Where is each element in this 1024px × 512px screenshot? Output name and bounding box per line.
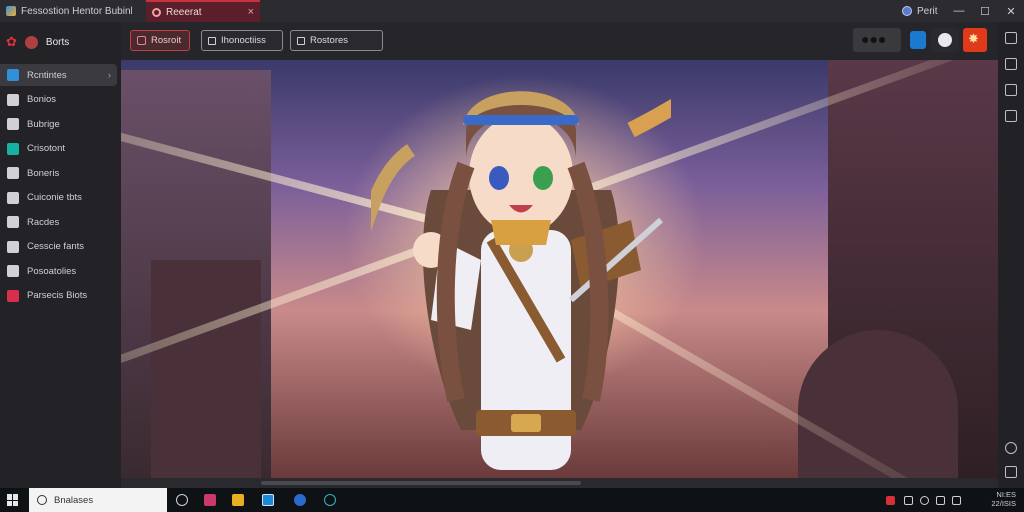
sidebar-item-9[interactable]: Parsecis Biots — [0, 285, 117, 307]
tab-active[interactable]: Reeerat × — [146, 0, 260, 22]
cube-icon — [7, 240, 19, 253]
app-logo-icon — [6, 6, 16, 16]
restore-button-label: Rostores — [310, 35, 349, 46]
undo-icon[interactable] — [1005, 442, 1017, 454]
sidebar-item-2[interactable]: Bubrige — [0, 113, 117, 135]
layers-icon — [7, 142, 19, 155]
tab-active-label: Reeerat — [166, 6, 202, 18]
task-view-icon[interactable] — [176, 494, 188, 506]
layout-icon[interactable] — [1005, 84, 1017, 96]
instructions-button-label: Ihonoctiiss — [221, 35, 266, 46]
sidebar-item-label: Rcntintes — [27, 69, 67, 81]
sidebar-item-label: Boneris — [27, 167, 60, 179]
globe-icon — [7, 69, 19, 81]
artwork-canvas[interactable] — [121, 60, 998, 478]
restore-button[interactable]: Rostores — [290, 30, 383, 51]
taskbar-clock[interactable]: NI:ES 22/ISIS — [991, 490, 1016, 508]
app-menu[interactable]: Perit — [902, 0, 938, 22]
tray-volume-icon[interactable] — [920, 496, 929, 505]
panel-toggle-icon[interactable] — [1005, 32, 1017, 44]
store-icon[interactable] — [262, 494, 274, 506]
split-icon[interactable] — [1005, 110, 1017, 122]
sidebar-brand[interactable]: ✿ Borts — [6, 34, 69, 50]
people-icon: ●●● — [861, 31, 887, 47]
shadow-tool-thumbnail[interactable] — [931, 28, 959, 52]
title-bar: Fessostion Hentor Bubinhurs Reeerat × Pe… — [0, 0, 1024, 22]
record-icon — [137, 36, 146, 45]
doc-icon — [208, 36, 216, 45]
sidebar-item-label: Crisotont — [27, 143, 66, 154]
close-button[interactable]: ✕ — [998, 0, 1024, 22]
clock-time: NI:ES — [996, 490, 1016, 499]
sidebar-item-6[interactable]: Racdes — [0, 211, 117, 233]
app-globe-icon — [902, 6, 912, 16]
record-button-label: Rosroit — [151, 35, 182, 46]
palette-icon: ✿ — [6, 34, 17, 49]
sidebar-item-1[interactable]: Bonios — [0, 89, 117, 111]
sidebar-item-4[interactable]: Boneris — [0, 162, 117, 184]
chevron-right-icon: › — [107, 69, 111, 81]
chrome-icon[interactable] — [324, 494, 336, 506]
brush-logo-icon — [24, 35, 38, 49]
search-placeholder: Bnalases — [54, 494, 94, 506]
shadow-icon — [938, 33, 952, 47]
window-icon[interactable] — [1005, 58, 1017, 70]
right-rail — [998, 22, 1024, 488]
sliders-icon — [7, 265, 19, 277]
sidebar-item-label: Cuiconie tbts — [27, 192, 82, 203]
left-building — [151, 260, 261, 478]
sidebar: ✿ Borts Rcntintes › Bonios Bubrige Crisotont… — [0, 22, 121, 488]
sidebar-item-8[interactable]: Posoatolies — [0, 260, 117, 282]
sidebar-item-7[interactable]: Cesscie fants — [0, 236, 117, 258]
maximize-button[interactable]: ☐ — [972, 0, 998, 22]
fullscreen-icon[interactable] — [1005, 466, 1017, 478]
instructions-button[interactable]: Ihonoctiiss — [201, 30, 283, 51]
taskbar: Bnalases NI:ES 22/ISIS — [0, 488, 1024, 512]
toolbar: Rosroit Ihonoctiiss Rostores ●●● ✸ — [121, 22, 998, 60]
sidebar-item-label: Bubrige — [27, 118, 60, 130]
sidebar-brand-label: Borts — [45, 36, 70, 48]
sidebar-item-label: Posoatolies — [27, 265, 77, 277]
right-arch — [798, 330, 958, 478]
burst-tool-thumbnail[interactable]: ✸ — [963, 28, 987, 52]
tab-main[interactable]: Fessostion Hentor Bubinhurs — [0, 0, 138, 22]
app-label: Perit — [917, 5, 938, 17]
tab-main-label: Fessostion Hentor Bubinhurs — [21, 5, 132, 17]
tray-battery-icon[interactable] — [936, 496, 945, 505]
search-icon — [37, 495, 47, 505]
minimize-button[interactable]: — — [946, 0, 972, 22]
circle-tool-icon — [7, 118, 19, 130]
taskbar-search[interactable]: Bnalases — [29, 488, 167, 512]
sidebar-item-label: Parsecis Biots — [27, 290, 88, 301]
swirl-icon — [7, 289, 19, 302]
square-icon — [7, 216, 19, 228]
scrollbar-thumb[interactable] — [261, 481, 581, 485]
tab-close-icon[interactable]: × — [248, 6, 254, 18]
tab-record-icon — [152, 7, 161, 17]
sidebar-item-5[interactable]: Cuiconie tbts — [0, 187, 117, 209]
sidebar-item-label: Cesscie fants — [27, 241, 85, 252]
restore-icon — [297, 36, 305, 45]
edge-icon[interactable] — [294, 494, 306, 506]
character-illustration — [371, 91, 671, 470]
tray-alert-icon[interactable] — [886, 496, 895, 505]
app-pink-icon[interactable] — [204, 494, 216, 506]
burst-icon: ✸ — [968, 31, 979, 46]
record-button[interactable]: Rosroit — [130, 30, 190, 51]
tray-network-icon[interactable] — [904, 496, 913, 505]
start-windows-icon[interactable] — [7, 494, 19, 506]
frame-icon — [7, 191, 19, 204]
clock-date: 22/ISIS — [991, 499, 1016, 508]
sidebar-item-0[interactable]: Rcntintes › — [0, 64, 117, 86]
blue-tool-thumbnail[interactable] — [910, 31, 926, 49]
tray-language-icon[interactable] — [952, 496, 961, 505]
folder-icon[interactable] — [232, 494, 244, 506]
avatar-group-thumbnail[interactable]: ●●● — [853, 28, 901, 52]
panel-icon — [7, 167, 19, 179]
sidebar-item-label: Bonios — [27, 94, 57, 105]
horizontal-scrollbar[interactable] — [121, 478, 998, 488]
brush-icon — [7, 93, 19, 106]
sidebar-item-3[interactable]: Crisotont — [0, 138, 117, 160]
sidebar-item-label: Racdes — [27, 216, 60, 228]
